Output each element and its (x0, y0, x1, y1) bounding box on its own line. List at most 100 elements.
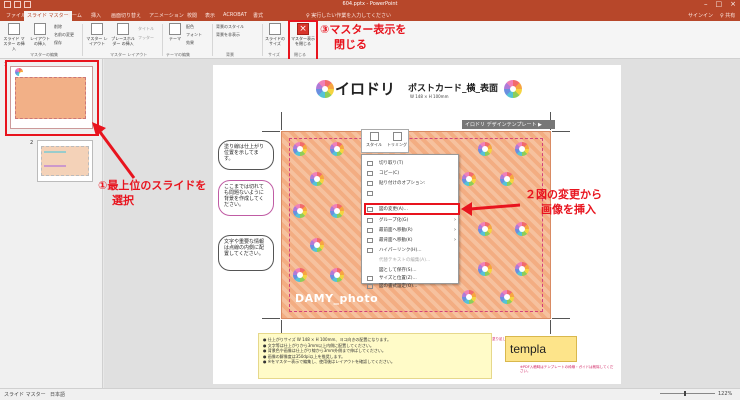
delete-button[interactable]: 削除 (54, 24, 62, 30)
status-language: 日本語 (50, 392, 66, 398)
tab-insert[interactable]: 挿入 (88, 11, 104, 21)
thumbnail-guides (44, 151, 66, 167)
tab-acrobat[interactable]: ACROBAT (220, 11, 250, 21)
template-note: ※PDF入稿時はテンプレートの枠線・ガイドは削除してください。 (520, 365, 614, 373)
menu-item-hyperlink[interactable]: ハイパーリンク(H)... (362, 246, 460, 255)
tab-view[interactable]: 表示 (202, 11, 218, 21)
close-master-highlight (288, 20, 318, 61)
menu-item-copy[interactable]: コピー(C) (362, 169, 460, 178)
layout-icon (34, 23, 46, 35)
fonts-dropdown[interactable]: フォント (186, 32, 202, 38)
tab-review[interactable]: 校閲 (184, 11, 200, 21)
insert-placeholder-button[interactable]: プレースホルダー の挿入 (110, 23, 136, 46)
flower-icon (478, 142, 492, 156)
flower-icon (310, 238, 324, 252)
ribbon-separator (162, 24, 163, 56)
minimize-button[interactable]: – (704, 0, 708, 8)
master-slide-thumbnail[interactable] (10, 66, 93, 129)
zoom-slider-handle[interactable] (684, 391, 686, 396)
layout-slide-thumbnail[interactable] (37, 140, 93, 182)
slide-size-button[interactable]: スライドの サイズ (264, 23, 286, 46)
menu-item-send-back[interactable]: 最背面へ移動(K) › (362, 236, 460, 245)
brand-logo-icon (504, 80, 522, 98)
mini-toolbar: スタイル トリミング (361, 129, 409, 153)
window-title: 604.pptx - PowerPoint (342, 1, 398, 7)
send-back-icon (367, 238, 373, 243)
style-button[interactable]: スタイル (363, 132, 385, 147)
menu-item-format-picture[interactable]: 図の書式設定(O)... (362, 282, 460, 291)
effects-dropdown[interactable]: 効果 (186, 40, 194, 46)
flower-icon (330, 142, 344, 156)
share-button[interactable]: ♀ 共有 (720, 12, 735, 19)
crop-mark (262, 131, 280, 132)
flower-icon (500, 290, 514, 304)
rename-button[interactable]: 名前の変更 (54, 32, 74, 38)
flower-icon (478, 222, 492, 236)
scissors-icon (367, 161, 373, 166)
group-master-layout-label: マスター レイアウト (110, 52, 148, 57)
ribbon-separator (82, 24, 83, 56)
brand-logo-icon (15, 68, 25, 78)
maximize-button[interactable]: □ (716, 0, 723, 8)
close-window-button[interactable]: × (730, 0, 736, 8)
crop-mark (281, 320, 282, 334)
themes-icon (169, 23, 181, 35)
zoom-slider[interactable] (660, 393, 715, 394)
change-picture-highlight (364, 203, 460, 215)
flower-icon (515, 222, 529, 236)
slide-master-icon (8, 23, 20, 35)
template-badge: イロドリ デザインテンプレート ▶ (462, 120, 555, 129)
menu-item-paste-options[interactable]: 貼り付けのオプション: (362, 179, 460, 188)
insert-layout-button[interactable]: レイアウト の挿入 (30, 23, 50, 46)
footer-checkbox[interactable]: フッター (138, 35, 154, 41)
menu-item-group[interactable]: グループ化(G) › (362, 216, 460, 225)
flower-icon (515, 142, 529, 156)
context-menu: 切り取り(T) コピー(C) 貼り付けのオプション: 図の変更(A)... グル… (361, 154, 460, 289)
group-background-label: 背景 (226, 52, 234, 57)
master-layout-button[interactable]: マスター レイアウト (86, 23, 108, 46)
menu-item-bring-front[interactable]: 最前面へ移動(R) › (362, 226, 460, 235)
title-bar: 604.pptx - PowerPoint – □ × (0, 0, 740, 10)
preserve-button[interactable]: 保存 (54, 40, 62, 46)
window-controls: – □ × (704, 0, 736, 8)
paste-icon (367, 181, 373, 186)
tab-format[interactable]: 書式 (250, 11, 266, 21)
menu-item-paste-choice[interactable] (362, 189, 460, 198)
group-edit-master-label: マスターの編集 (30, 52, 58, 57)
menu-item-alt-text[interactable]: 代替テキストの編集(A)... (362, 256, 460, 265)
group-icon (367, 218, 373, 223)
submenu-arrow-icon: › (454, 217, 456, 223)
flower-icon (330, 204, 344, 218)
tab-animations[interactable]: アニメーション (146, 11, 187, 21)
flower-icon (462, 290, 476, 304)
tab-transitions[interactable]: 画面切り替え (108, 11, 144, 21)
guide-bubble-bleed: ここまでは切れても問題ないように背景を作成してください。 (218, 180, 274, 216)
brand-name: イロドリ (335, 80, 396, 98)
sign-in-link[interactable]: サインイン (688, 12, 713, 19)
guide-bubble-safe: 文字や重要な情報は点線の内側に配置してください。 (218, 235, 274, 271)
status-bar: スライド マスター 日本語 122% (0, 388, 740, 400)
title-checkbox[interactable]: タイトル (138, 26, 154, 32)
size-icon (367, 276, 373, 281)
themes-button[interactable]: テーマ (166, 23, 184, 41)
flower-icon (310, 172, 324, 186)
colors-dropdown[interactable]: 配色 (186, 24, 194, 30)
annotation-step1: ①最上位のスライドを 選択 (98, 179, 207, 207)
crop-mark (281, 112, 282, 130)
background-styles-dropdown[interactable]: 背景のスタイル (216, 24, 244, 30)
tab-home[interactable]: ホーム (64, 11, 85, 21)
brand-logo-icon (316, 80, 334, 98)
menu-item-cut[interactable]: 切り取り(T) (362, 159, 460, 168)
insert-slide-master-button[interactable]: スライド マスター の挿入 (2, 23, 26, 51)
hide-background-checkbox[interactable]: 背景を非表示 (216, 32, 240, 38)
flower-icon (500, 172, 514, 186)
slide-title: ポストカード_横_表面 (408, 84, 499, 94)
master-layout-icon (91, 23, 103, 35)
group-edit-theme-label: テーマの編集 (166, 52, 190, 57)
link-icon (367, 248, 373, 253)
tell-me-search[interactable]: ♀ 実行したい作業を入力してください (306, 12, 391, 19)
submenu-arrow-icon: › (454, 237, 456, 243)
crop-icon (392, 132, 402, 141)
crop-button[interactable]: トリミング (386, 132, 408, 147)
zoom-level[interactable]: 122% (718, 391, 732, 397)
